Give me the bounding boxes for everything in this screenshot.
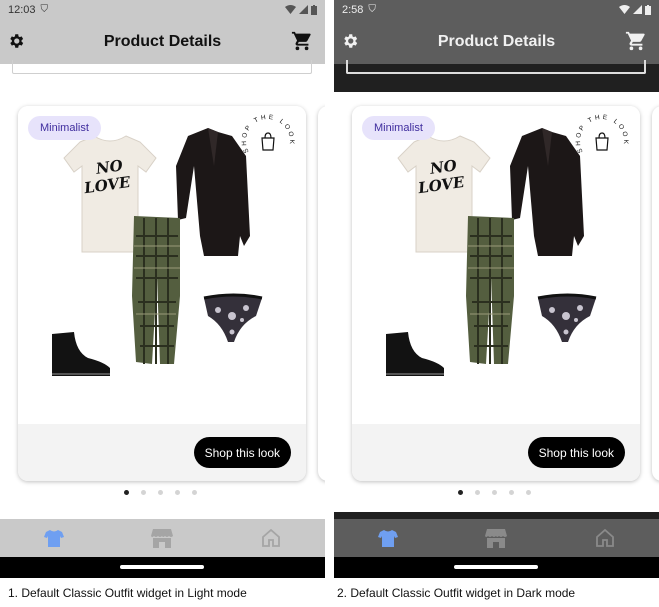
previous-section-edge <box>334 60 659 92</box>
vpn-icon: ⛉ <box>40 4 49 15</box>
settings-gear-icon[interactable] <box>341 32 359 50</box>
outfit-illustration: NO LOVE SHOP THE LOOK <box>52 106 301 376</box>
app-bar: Product Details <box>334 19 659 64</box>
gesture-handle[interactable] <box>120 565 204 569</box>
signal-icon <box>633 5 642 14</box>
ankle-boot-product <box>52 332 110 376</box>
pagination-dot-4[interactable] <box>509 490 514 495</box>
style-tag-badge: Minimalist <box>28 116 101 140</box>
input-field-edge <box>346 60 646 74</box>
pagination-dot-4[interactable] <box>175 490 180 495</box>
status-time: 12:03 <box>8 3 36 16</box>
ankle-boot-product <box>386 332 444 376</box>
status-time: 2:58 <box>342 3 364 16</box>
pagination-dot-1[interactable] <box>124 490 129 495</box>
carousel-pagination <box>0 490 323 500</box>
pagination-dot-3[interactable] <box>158 490 163 495</box>
nav-item-outfits[interactable] <box>0 519 108 557</box>
outfit-image: NO LOVE SHOP THE LOOK <box>352 106 640 424</box>
outfit-card[interactable]: NO LOVE SHOP THE LOOK Minimalist Shop th… <box>18 106 306 481</box>
plaid-pants-product <box>132 216 180 364</box>
lace-briefs-product <box>537 293 597 342</box>
vpn-icon: ⛉ <box>368 4 376 15</box>
pagination-dot-2[interactable] <box>141 490 146 495</box>
shopping-cart-icon[interactable] <box>291 30 313 52</box>
carousel-pagination <box>334 490 657 500</box>
phone-dark-mode: 2:58 ⛉ Product Details NO LOVE SHOP THE … <box>334 0 659 578</box>
pagination-dot-1[interactable] <box>458 490 463 495</box>
battery-icon <box>645 4 651 15</box>
phone-light-mode: 12:03 ⛉ Product Details NO LOVE SHOP THE… <box>0 0 325 578</box>
battery-icon <box>311 4 317 15</box>
bottom-navigation <box>0 519 325 557</box>
previous-section-edge <box>0 60 325 92</box>
caption-light-mode: 1. Default Classic Outfit widget in Ligh… <box>8 586 247 600</box>
pagination-dot-5[interactable] <box>526 490 531 495</box>
nav-item-outfits[interactable] <box>334 519 442 557</box>
pagination-dot-5[interactable] <box>192 490 197 495</box>
home-icon <box>595 529 614 547</box>
gesture-navigation-bar <box>0 557 325 578</box>
page-title: Product Details <box>103 32 222 50</box>
plaid-pants-product <box>466 216 514 364</box>
store-icon <box>151 529 174 548</box>
gesture-navigation-bar <box>334 557 659 578</box>
nav-item-home[interactable] <box>551 519 659 557</box>
pagination-dot-3[interactable] <box>492 490 497 495</box>
home-icon <box>261 529 280 547</box>
page-title: Product Details <box>437 32 556 50</box>
shopping-cart-icon[interactable] <box>625 30 647 52</box>
tshirt-icon <box>378 530 399 547</box>
signal-icon <box>299 5 308 14</box>
pagination-dot-2[interactable] <box>475 490 480 495</box>
nav-item-store[interactable] <box>442 519 550 557</box>
nav-divider <box>334 512 659 519</box>
outfit-illustration: NO LOVE SHOP THE LOOK <box>386 106 635 376</box>
next-card-peek[interactable] <box>318 106 325 481</box>
blazer-product <box>176 128 250 256</box>
bottom-navigation <box>334 519 659 557</box>
next-card-peek[interactable] <box>652 106 659 481</box>
store-icon <box>485 529 508 548</box>
caption-dark-mode: 2. Default Classic Outfit widget in Dark… <box>337 586 576 600</box>
tshirt-icon <box>44 530 65 547</box>
app-bar: Product Details <box>0 19 325 64</box>
status-bar: 2:58 ⛉ <box>334 0 659 19</box>
blazer-product <box>510 128 584 256</box>
lace-briefs-product <box>203 293 263 342</box>
style-tag-badge: Minimalist <box>362 116 435 140</box>
wifi-icon <box>285 5 296 14</box>
shop-this-look-button[interactable]: Shop this look <box>527 437 625 468</box>
status-bar: 12:03 ⛉ <box>0 0 325 19</box>
comparison-page: 12:03 ⛉ Product Details NO LOVE SHOP THE… <box>0 0 659 607</box>
outfit-image: NO LOVE SHOP THE LOOK <box>18 106 306 424</box>
gesture-handle[interactable] <box>454 565 538 569</box>
settings-gear-icon[interactable] <box>7 32 25 50</box>
shop-this-look-button[interactable]: Shop this look <box>193 437 291 468</box>
outfit-card[interactable]: NO LOVE SHOP THE LOOK Minimalist Shop th… <box>352 106 640 481</box>
nav-item-home[interactable] <box>217 519 325 557</box>
input-field-edge <box>12 60 312 74</box>
nav-item-store[interactable] <box>108 519 216 557</box>
wifi-icon <box>619 5 630 14</box>
